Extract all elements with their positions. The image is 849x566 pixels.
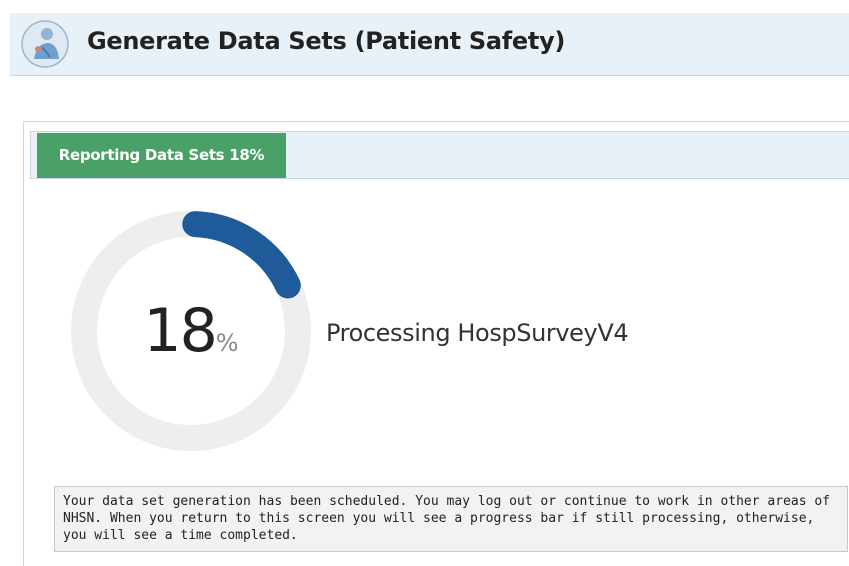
patient-safety-icon xyxy=(21,20,69,68)
progress-percent: 18% xyxy=(69,209,313,453)
tab-reporting-data-sets[interactable]: Reporting Data Sets 18% xyxy=(37,133,286,178)
progress-number: 18 xyxy=(143,296,217,366)
info-message: Your data set generation has been schedu… xyxy=(54,486,848,552)
processing-status: Processing HospSurveyV4 xyxy=(326,319,629,347)
progress-unit: % xyxy=(215,329,239,357)
page-header: Generate Data Sets (Patient Safety) xyxy=(10,13,849,76)
report-panel: Reporting Data Sets 18% 18% Processing H… xyxy=(23,121,849,566)
tab-bar: Reporting Data Sets 18% xyxy=(30,131,849,179)
page-title: Generate Data Sets (Patient Safety) xyxy=(87,27,566,55)
